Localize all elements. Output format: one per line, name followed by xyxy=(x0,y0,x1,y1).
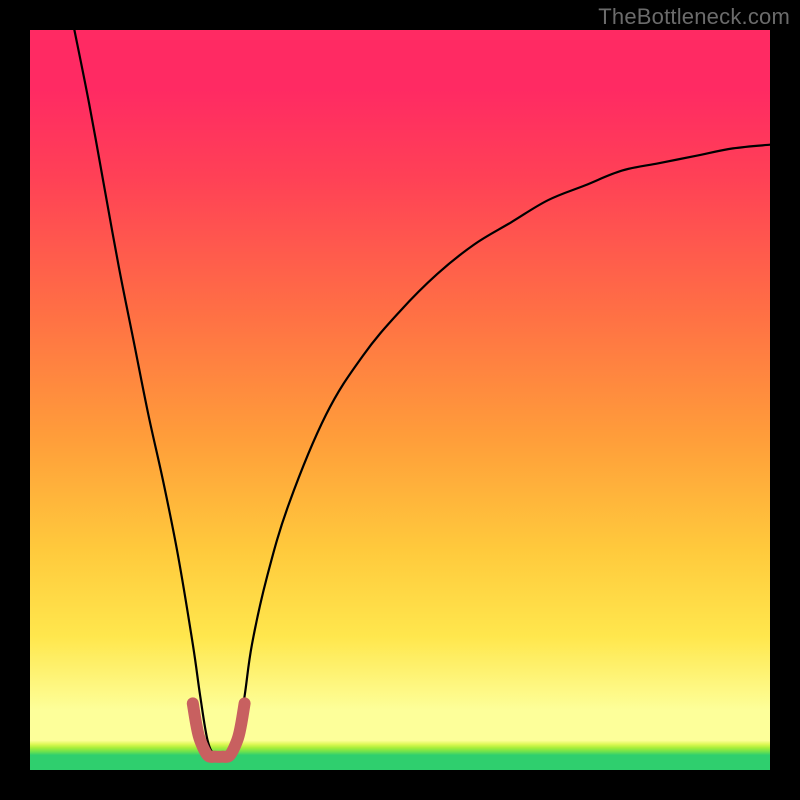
watermark-text: TheBottleneck.com xyxy=(598,4,790,30)
curve-svg xyxy=(30,30,770,770)
chart-frame: TheBottleneck.com xyxy=(0,0,800,800)
plot-area xyxy=(30,30,770,770)
sweet-spot-marker xyxy=(193,703,245,757)
bottleneck-curve xyxy=(74,30,770,756)
